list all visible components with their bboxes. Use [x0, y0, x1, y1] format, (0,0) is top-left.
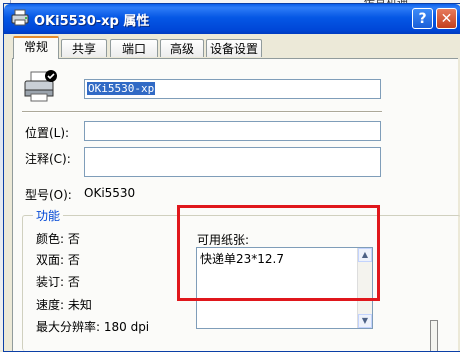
- printer-name-text: OKi5530-xp: [87, 82, 156, 95]
- list-scrollbar[interactable]: ▲ ▼: [357, 248, 372, 328]
- scroll-up-icon[interactable]: ▲: [358, 248, 372, 262]
- printer-name-field[interactable]: OKi5530-xp: [84, 79, 381, 99]
- help-button[interactable]: ?: [412, 8, 433, 29]
- printer-icon: [24, 70, 57, 102]
- comment-input[interactable]: [84, 147, 381, 177]
- tab-sharing[interactable]: 共享: [61, 39, 107, 57]
- window-title: OKi5530-xp 属性: [34, 14, 150, 29]
- tab-ports[interactable]: 端口: [110, 39, 158, 57]
- duplex-feature: 双面: 否: [36, 253, 80, 267]
- available-paper-label: 可用纸张:: [197, 233, 250, 247]
- speed-feature: 速度: 未知: [36, 298, 92, 312]
- model-value: OKi5530: [84, 186, 136, 200]
- max-resolution-feature: 最大分辨率: 180 dpi: [36, 320, 150, 334]
- tab-device-settings[interactable]: 设备设置: [206, 39, 262, 57]
- color-feature: 颜色: 否: [36, 232, 80, 246]
- staple-feature: 装订: 否: [36, 275, 80, 289]
- model-label: 型号(O):: [25, 188, 72, 202]
- list-item[interactable]: 快递单23*12.7: [200, 250, 284, 267]
- scroll-down-icon[interactable]: ▼: [358, 314, 372, 328]
- window-edge: [430, 320, 438, 351]
- close-button[interactable]: ✕: [436, 8, 457, 29]
- available-paper-list[interactable]: 快递单23*12.7 ▲ ▼: [196, 247, 373, 329]
- features-title: 功能: [33, 207, 64, 224]
- printer-title-icon: [11, 9, 29, 26]
- location-label: 位置(L):: [25, 126, 70, 140]
- tab-advanced[interactable]: 高级: [160, 39, 204, 57]
- tab-general[interactable]: 常规: [13, 36, 59, 59]
- title-bar[interactable]: OKi5530-xp 属性 ? ✕: [4, 4, 460, 34]
- comment-label: 注释(C):: [25, 152, 71, 166]
- location-input[interactable]: [84, 121, 381, 141]
- divider: [22, 111, 382, 113]
